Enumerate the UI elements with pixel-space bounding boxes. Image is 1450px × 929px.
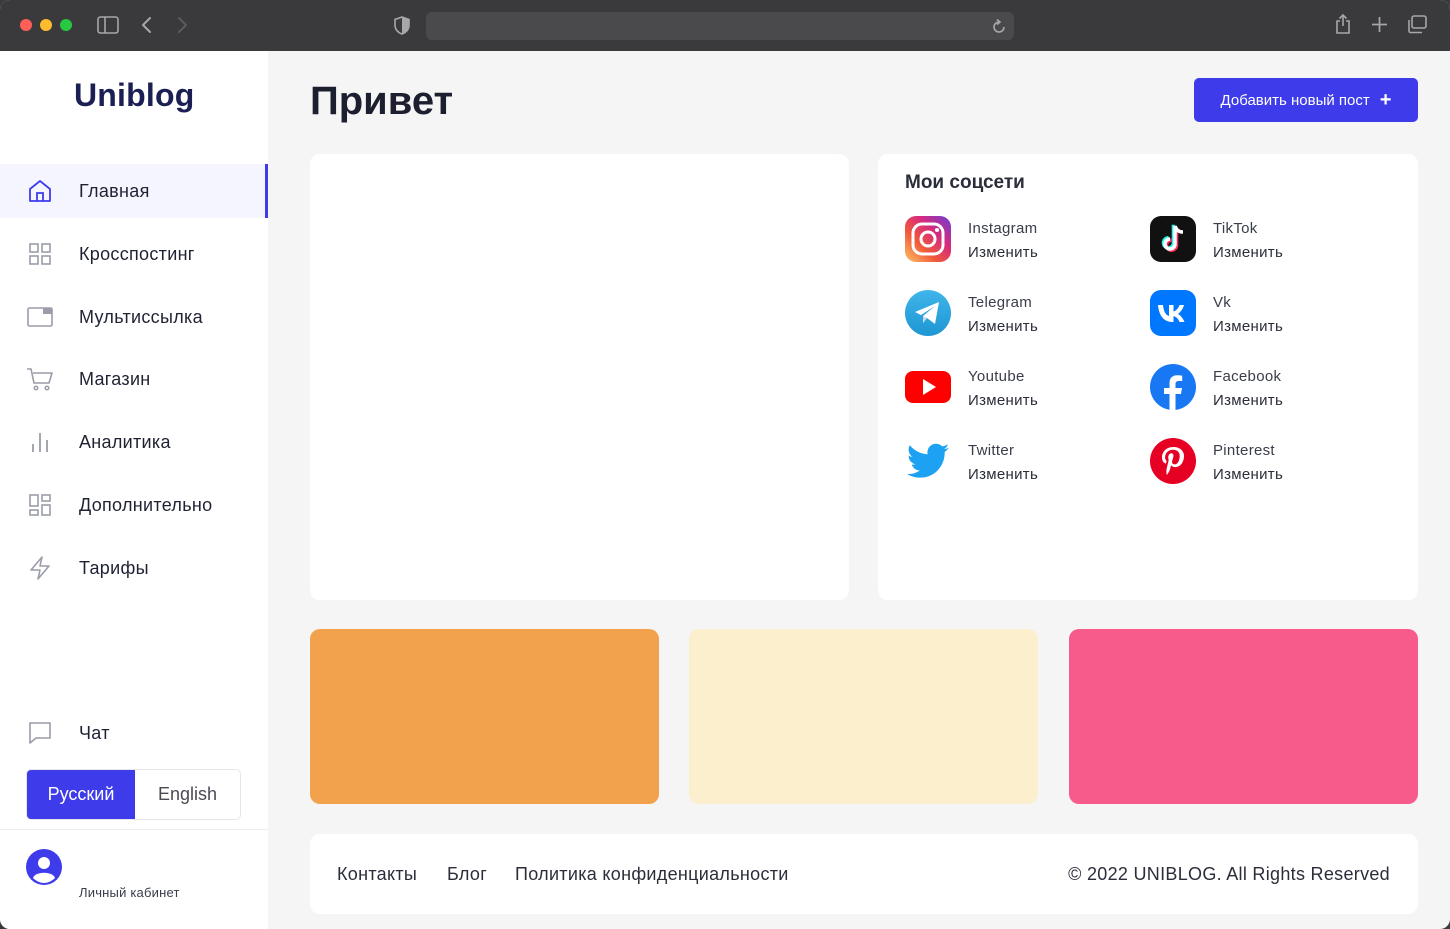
- sidebar-item-tariffs[interactable]: Тарифы: [0, 541, 268, 595]
- dashboard-icon: [26, 491, 54, 519]
- social-edit-link[interactable]: Изменить: [968, 318, 1038, 335]
- tabs-overview-icon[interactable]: [1407, 15, 1427, 39]
- browser-window: Uniblog Главная Кросспостинг Мультиссылк…: [0, 0, 1450, 929]
- footer-link-contacts[interactable]: Контакты: [337, 864, 417, 885]
- sidebar-item-label: Кросспостинг: [79, 243, 195, 264]
- maximize-window-button[interactable]: [60, 19, 72, 31]
- content-card: [310, 154, 849, 600]
- social-card-title: Мои соцсети: [905, 172, 1025, 193]
- user-avatar-icon[interactable]: [26, 849, 62, 885]
- close-window-button[interactable]: [20, 19, 32, 31]
- pinterest-icon: [1150, 438, 1196, 484]
- sidebar-toggle-icon[interactable]: [97, 16, 119, 39]
- footer-link-privacy[interactable]: Политика конфиденциальности: [515, 864, 789, 885]
- sidebar-item-label: Аналитика: [79, 431, 171, 452]
- social-item-vk[interactable]: Vk Изменить: [1150, 290, 1380, 340]
- sidebar-item-additional[interactable]: Дополнительно: [0, 478, 268, 532]
- social-name: Facebook: [1213, 368, 1282, 385]
- shield-icon[interactable]: [394, 16, 410, 40]
- address-bar[interactable]: [426, 12, 1014, 40]
- sidebar-item-label: Мультиссылка: [79, 306, 203, 327]
- social-name: TikTok: [1213, 220, 1258, 237]
- cart-icon: [26, 365, 54, 393]
- social-item-twitter[interactable]: Twitter Изменить: [905, 438, 1135, 488]
- sidebar-item-analytics[interactable]: Аналитика: [0, 415, 268, 469]
- grid-icon: [26, 240, 54, 268]
- reload-icon[interactable]: [992, 18, 1006, 39]
- telegram-icon: [905, 290, 951, 336]
- sidebar: Uniblog Главная Кросспостинг Мультиссылк…: [0, 51, 268, 929]
- language-switcher: Русский English: [26, 769, 241, 820]
- facebook-icon: [1150, 364, 1196, 410]
- sidebar-item-label: Чат: [79, 722, 110, 743]
- social-name: Instagram: [968, 220, 1038, 237]
- social-name: Telegram: [968, 294, 1033, 311]
- social-name: Vk: [1213, 294, 1232, 311]
- social-item-instagram[interactable]: Instagram Изменить: [905, 216, 1135, 266]
- language-english-button[interactable]: English: [135, 770, 240, 819]
- social-edit-link[interactable]: Изменить: [1213, 244, 1283, 261]
- twitter-icon: [905, 438, 951, 484]
- social-edit-link[interactable]: Изменить: [968, 466, 1038, 483]
- app-logo[interactable]: Uniblog: [74, 77, 194, 114]
- add-post-button[interactable]: Добавить новый пост +: [1194, 78, 1418, 122]
- social-edit-link[interactable]: Изменить: [1213, 318, 1283, 335]
- sidebar-item-shop[interactable]: Магазин: [0, 352, 268, 406]
- sidebar-item-label: Главная: [79, 180, 150, 201]
- social-item-pinterest[interactable]: Pinterest Изменить: [1150, 438, 1380, 488]
- footer-link-blog[interactable]: Блог: [447, 864, 487, 885]
- footer-copyright: © 2022 UNIBLOG. All Rights Reserved: [1068, 864, 1390, 884]
- social-networks-card: Мои соцсети Instagram Изменить TikTok Из…: [878, 154, 1418, 600]
- sidebar-item-label: Дополнительно: [79, 494, 213, 515]
- lightning-icon: [26, 554, 54, 582]
- social-name: Twitter: [968, 442, 1015, 459]
- social-item-youtube[interactable]: Youtube Изменить: [905, 364, 1135, 414]
- vk-icon: [1150, 290, 1196, 336]
- sidebar-item-chat[interactable]: Чат: [0, 706, 268, 760]
- social-edit-link[interactable]: Изменить: [968, 244, 1038, 261]
- color-tile-orange[interactable]: [310, 629, 659, 804]
- new-tab-icon[interactable]: [1371, 16, 1388, 38]
- share-icon[interactable]: [1334, 13, 1352, 40]
- social-item-tiktok[interactable]: TikTok Изменить: [1150, 216, 1380, 266]
- page-title: Привет: [310, 79, 454, 123]
- chat-icon: [26, 719, 54, 747]
- social-edit-link[interactable]: Изменить: [968, 392, 1038, 409]
- social-edit-link[interactable]: Изменить: [1213, 392, 1283, 409]
- browser-titlebar: [0, 0, 1450, 51]
- social-edit-link[interactable]: Изменить: [1213, 466, 1283, 483]
- sidebar-item-home[interactable]: Главная: [0, 164, 268, 218]
- sidebar-item-label: Тарифы: [79, 557, 149, 578]
- tiktok-icon: [1150, 216, 1196, 262]
- sidebar-item-crossposting[interactable]: Кросспостинг: [0, 227, 268, 281]
- back-icon[interactable]: [140, 15, 154, 40]
- social-item-facebook[interactable]: Facebook Изменить: [1150, 364, 1380, 414]
- forward-icon[interactable]: [175, 15, 189, 40]
- plus-icon: +: [1379, 89, 1392, 111]
- sidebar-item-label: Магазин: [79, 368, 151, 389]
- footer: Контакты Блог Политика конфиденциальност…: [310, 834, 1418, 914]
- bar-chart-icon: [26, 428, 54, 456]
- language-russian-button[interactable]: Русский: [27, 770, 135, 819]
- add-post-label: Добавить новый пост: [1220, 91, 1370, 109]
- social-name: Pinterest: [1213, 442, 1275, 459]
- account-link[interactable]: Личный кабинет: [79, 885, 180, 900]
- sidebar-divider: [0, 829, 268, 830]
- color-tile-pink[interactable]: [1069, 629, 1418, 804]
- sidebar-item-multilink[interactable]: Мультиссылка: [0, 290, 268, 344]
- social-item-telegram[interactable]: Telegram Изменить: [905, 290, 1135, 340]
- social-name: Youtube: [968, 368, 1025, 385]
- browser-window-icon: [26, 303, 54, 331]
- home-icon: [26, 177, 54, 205]
- color-tile-cream[interactable]: [689, 629, 1038, 804]
- youtube-icon: [905, 364, 951, 410]
- minimize-window-button[interactable]: [40, 19, 52, 31]
- instagram-icon: [905, 216, 951, 262]
